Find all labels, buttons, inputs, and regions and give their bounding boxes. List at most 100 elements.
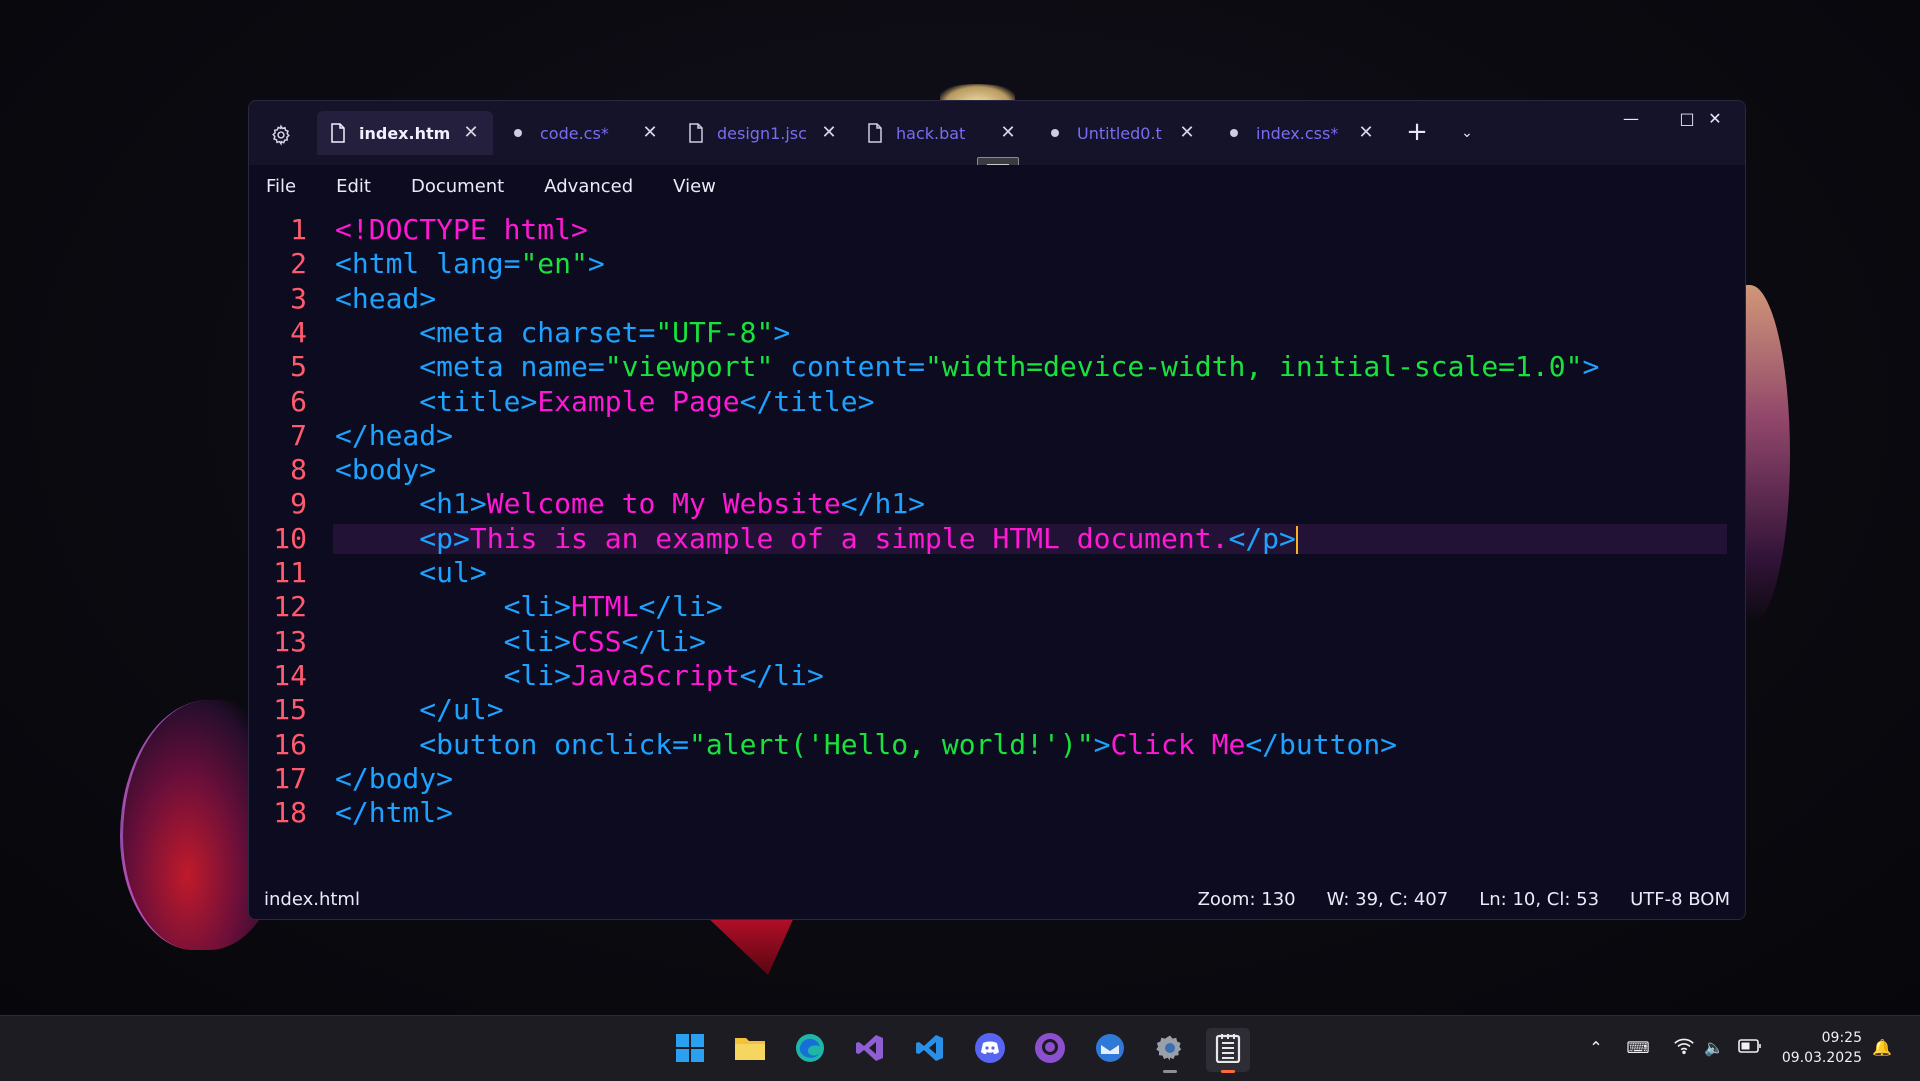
menu-item-advanced[interactable]: Advanced <box>527 176 649 197</box>
tab-strip: index.htm ✕ code.cs* ✕ design1.jsc ✕ hack.bat ✕… <box>317 111 1391 155</box>
taskbar-app-settings-app[interactable] <box>1148 1028 1192 1073</box>
token-tag: > <box>587 247 605 281</box>
close-tab-icon[interactable]: ✕ <box>1177 123 1197 143</box>
code-line[interactable]: 18 </html> <box>249 796 1745 830</box>
battery-icon[interactable] <box>1738 1036 1762 1060</box>
new-tab-button[interactable]: + <box>1399 115 1435 151</box>
volume-icon[interactable]: 🔈 <box>1702 1036 1726 1060</box>
taskbar-app-windows-start[interactable] <box>668 1028 712 1072</box>
line-code: <!DOCTYPE html> <box>335 213 588 247</box>
code-line[interactable]: 8 <body> <box>249 453 1745 487</box>
token-tag: <html lang= <box>335 247 521 281</box>
code-line[interactable]: 11 <ul> <box>249 556 1745 590</box>
code-line[interactable]: 14 <li>JavaScript</li> <box>249 659 1745 693</box>
taskbar-app-thunderbird[interactable] <box>1088 1028 1132 1072</box>
code-line[interactable]: 16 <button onclick="alert('Hello, world!… <box>249 728 1745 762</box>
line-code: <ul> <box>335 556 486 590</box>
token-tag: </button> <box>1245 727 1398 761</box>
wifi-icon[interactable] <box>1672 1036 1696 1060</box>
discord-icon <box>974 1032 1006 1068</box>
code-editor[interactable]: 1 <!DOCTYPE html> 2 <html lang="en"> 3 <head>… <box>249 213 1745 829</box>
tab-label: index.htm <box>359 123 451 143</box>
vscode-icon <box>915 1033 945 1067</box>
token-str: "UTF-8" <box>655 315 774 349</box>
line-code: <li>HTML</li> <box>335 590 723 624</box>
line-code: </head> <box>335 419 453 453</box>
close-tab-icon[interactable]: ✕ <box>1356 123 1376 143</box>
menu-bar: File Edit Document Advanced View <box>249 165 1745 207</box>
taskbar: ⌃ ⌨ 🔈 09:25 09.03.2025 🔔 <box>0 1015 1920 1081</box>
menu-item-document[interactable]: Document <box>394 176 520 197</box>
close-tab-icon[interactable]: ✕ <box>461 123 481 143</box>
code-line[interactable]: 9 <h1>Welcome to My Website</h1> <box>249 487 1745 521</box>
code-line[interactable]: 12 <li>HTML</li> <box>249 590 1745 624</box>
status-word-count: W: 39, C: 407 <box>1326 889 1449 910</box>
taskbar-app-edge[interactable] <box>788 1028 832 1072</box>
status-file-name[interactable]: index.html <box>264 889 360 910</box>
keyboard-icon[interactable]: ⌨ <box>1626 1036 1650 1060</box>
taskbar-app-github-desktop[interactable] <box>1028 1028 1072 1072</box>
close-tab-icon[interactable]: ✕ <box>819 123 839 143</box>
tab-list-button[interactable]: ⌄ <box>1449 115 1485 151</box>
taskbar-app-visual-studio[interactable] <box>848 1028 892 1072</box>
code-line[interactable]: 3 <head> <box>249 282 1745 316</box>
code-line[interactable]: 17 </body> <box>249 762 1745 796</box>
token-text: Example Page <box>537 384 740 418</box>
menu-item-view[interactable]: View <box>656 176 732 197</box>
taskbar-app-notepads[interactable] <box>1206 1028 1250 1073</box>
code-line[interactable]: 6 <title>Example Page</title> <box>249 385 1745 419</box>
gear-icon <box>272 124 290 146</box>
token-tag: <p> <box>419 521 470 555</box>
token-str: "alert('Hello, world!')" <box>689 727 1094 761</box>
token-tag: <head> <box>335 281 437 315</box>
tab-0[interactable]: index.htm ✕ <box>317 111 493 155</box>
chevron-up-icon[interactable]: ⌃ <box>1584 1036 1608 1060</box>
code-line[interactable]: 13 <li>CSS</li> <box>249 625 1745 659</box>
code-line[interactable]: 1 <!DOCTYPE html> <box>249 213 1745 247</box>
code-line[interactable]: 4 <meta charset="UTF-8"> <box>249 316 1745 350</box>
close-window-button[interactable]: ✕ <box>1687 105 1743 133</box>
tab-label: code.cs* <box>540 123 609 143</box>
token-tag: <button onclick= <box>419 727 690 761</box>
close-tab-icon[interactable]: ✕ <box>640 123 660 143</box>
line-number: 16 <box>273 727 307 761</box>
taskbar-app-discord[interactable] <box>968 1028 1012 1072</box>
status-zoom[interactable]: Zoom: 130 <box>1198 889 1296 910</box>
taskbar-app-file-explorer[interactable] <box>728 1028 772 1072</box>
token-tag: </head> <box>335 418 454 452</box>
tab-3[interactable]: hack.bat ✕ <box>854 111 1030 155</box>
code-line[interactable]: 5 <meta name="viewport" content="width=d… <box>249 350 1745 384</box>
tab-2[interactable]: design1.jsc ✕ <box>675 111 851 155</box>
notification-bell-icon[interactable]: 🔔 <box>1870 1036 1894 1060</box>
text-caret <box>1295 525 1298 554</box>
menu-item-edit[interactable]: Edit <box>319 176 387 197</box>
notepads-icon <box>1215 1033 1241 1067</box>
taskbar-app-vscode[interactable] <box>908 1028 952 1072</box>
tab-5[interactable]: index.css* ✕ <box>1212 111 1388 155</box>
tab-4[interactable]: Untitled0.t ✕ <box>1033 111 1209 155</box>
clock[interactable]: 09:25 09.03.2025 <box>1782 1028 1862 1068</box>
line-number: 9 <box>290 487 307 521</box>
token-tag: </p> <box>1228 521 1296 555</box>
code-line[interactable]: 2 <html lang="en"> <box>249 247 1745 281</box>
code-line[interactable]: 15 </ul> <box>249 693 1745 727</box>
minimize-button[interactable]: — <box>1603 105 1659 133</box>
line-number: 4 <box>290 315 307 349</box>
line-code: <p>This is an example of a simple HTML d… <box>335 522 1298 556</box>
close-tab-icon[interactable]: ✕ <box>998 123 1018 143</box>
code-line[interactable]: 7 </head> <box>249 419 1745 453</box>
status-encoding[interactable]: UTF-8 BOM <box>1630 889 1730 910</box>
code-line[interactable]: 10 <p>This is an example of a simple HTM… <box>249 522 1745 556</box>
settings-button[interactable] <box>261 115 301 155</box>
token-tag: <meta name= <box>419 350 605 384</box>
status-cursor-position[interactable]: Ln: 10, Cl: 53 <box>1479 889 1599 910</box>
menu-item-file[interactable]: File <box>249 176 312 197</box>
title-bar[interactable]: index.htm ✕ code.cs* ✕ design1.jsc ✕ hack.bat ✕… <box>249 101 1745 175</box>
token-tag: <title> <box>419 384 538 418</box>
token-str: "en" <box>520 247 588 281</box>
tab-1[interactable]: code.cs* ✕ <box>496 111 672 155</box>
